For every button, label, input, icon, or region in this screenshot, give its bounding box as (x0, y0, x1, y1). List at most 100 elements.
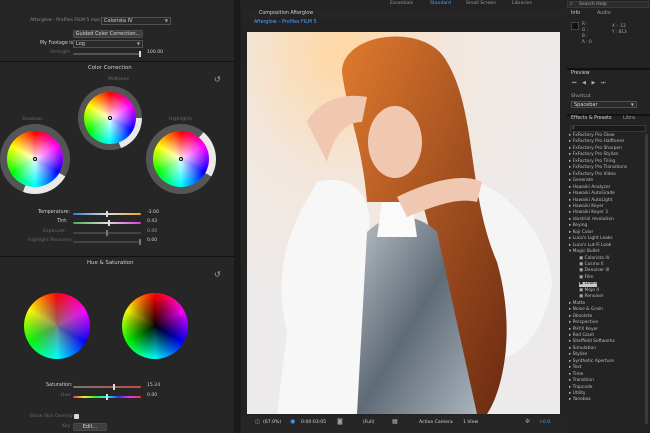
effect-item[interactable]: ▣ Colorista IV (579, 256, 610, 261)
saturation-wheel[interactable] (122, 293, 188, 359)
effect-category[interactable]: ▸ Hawaiki AutoGrade (569, 191, 615, 196)
composition-panel-title[interactable]: Composition Afterglow (259, 11, 313, 17)
reset-icon[interactable]: ↺ (214, 75, 221, 84)
reset-icon[interactable]: ↺ (214, 270, 221, 279)
hue-knob[interactable] (106, 394, 108, 400)
panel-scrollbar[interactable] (234, 0, 240, 433)
composition-frame[interactable] (247, 32, 560, 414)
temperature-slider[interactable] (73, 211, 141, 217)
effect-category[interactable]: ▸ Time (569, 372, 583, 377)
resolution-dropdown[interactable]: (Full) (363, 420, 374, 426)
effect-category[interactable]: ▸ idustrial revolution (569, 217, 614, 222)
effect-category[interactable]: ▸ Hawaiki AutoLight (569, 198, 612, 203)
effect-item[interactable]: ▣ Mojo II (579, 288, 599, 293)
effect-item[interactable]: ▣ Looks (579, 281, 598, 287)
effect-category[interactable]: ▸ Yanobox (569, 398, 591, 403)
tint-slider[interactable] (73, 220, 141, 226)
effect-category[interactable]: ▸ Utility (569, 391, 586, 396)
lut-dropdown[interactable]: Colorista IV ▼ (101, 17, 171, 25)
effect-item[interactable]: ▣ Denoiser III (579, 269, 609, 274)
effect-item[interactable]: ▣ Renoiser (579, 294, 604, 299)
shadows-puck[interactable] (33, 157, 37, 161)
zoom-level[interactable]: (67.0%) (263, 420, 281, 426)
edit-key-button[interactable]: Edit... (73, 423, 107, 431)
highlight-recovery-slider[interactable] (73, 239, 141, 245)
effect-category[interactable]: ▸ Synthetic Aperture (569, 359, 614, 364)
effect-category[interactable]: ▸ FxFactory Pro Glow (569, 133, 614, 138)
libraries-tab[interactable]: Libra (623, 116, 635, 122)
effect-category[interactable]: ▸ Generate (569, 178, 593, 183)
effect-category[interactable]: ▸ Stylize (569, 352, 587, 357)
highlights-puck[interactable] (179, 157, 183, 161)
effect-category[interactable]: ▸ FxFactory Pro Transitions (569, 165, 627, 170)
info-tab[interactable]: Info (571, 11, 580, 17)
effect-category[interactable]: ▸ Keying (569, 223, 587, 228)
effect-category[interactable]: ▸ Simulation (569, 346, 596, 351)
workspace-tab-essentials[interactable]: Essentials (390, 0, 413, 8)
workspace-tab-standard[interactable]: Standard (430, 0, 451, 8)
effect-category[interactable]: ▸ PHYX Keyer (569, 327, 598, 332)
effect-category[interactable]: ▸ FxFactory Pro Halftones (569, 140, 624, 145)
effect-category[interactable]: ▸ Obsolete (569, 314, 592, 319)
effect-category[interactable]: ▸ FxFactory Pro Stylize (569, 152, 618, 157)
effect-category[interactable]: ▸ Luca's Lut-Fi Look (569, 243, 611, 248)
effects-search-input[interactable]: ⌕ (570, 125, 646, 132)
effect-category[interactable]: ▸ Hawaiki Analyzer (569, 185, 610, 190)
hue-wheel[interactable] (24, 293, 90, 359)
midtones-color-wheel[interactable] (84, 92, 136, 144)
strength-knob[interactable] (139, 51, 141, 57)
views-dropdown[interactable]: 1 View (463, 420, 478, 426)
effect-category[interactable]: ▸ Text (569, 365, 581, 370)
effects-presets-tab[interactable]: Effects & Presets (571, 116, 612, 122)
magnification-icon[interactable]: ◫ (255, 419, 260, 425)
skin-overlay-checkbox[interactable] (74, 414, 79, 419)
preview-title[interactable]: Preview (571, 71, 590, 77)
camera-icon[interactable]: ◙ (337, 418, 343, 425)
temperature-knob[interactable] (106, 211, 108, 217)
strength-slider[interactable] (73, 51, 141, 57)
footage-dropdown[interactable]: Log ▼ (73, 40, 143, 48)
search-help-input[interactable]: ⌕ Search Help (567, 1, 649, 8)
effect-category[interactable]: ▸ Koji Color (569, 230, 593, 235)
render-icon[interactable]: ✲ (525, 418, 530, 425)
workspace-tab-libraries[interactable]: Libraries (512, 0, 532, 8)
audio-tab[interactable]: Audio (597, 11, 611, 17)
snapshot-icon[interactable]: ◉ (290, 418, 295, 425)
effect-item[interactable]: ▣ Cosmo II (579, 262, 604, 267)
tint-knob[interactable] (108, 220, 110, 226)
effect-category[interactable]: ▸ Trapcode (569, 385, 593, 390)
grid-icon[interactable]: ▦ (392, 418, 398, 425)
effects-scrollbar[interactable] (645, 134, 648, 424)
workspace-tab-small-screen[interactable]: Small Screen (466, 0, 496, 8)
shortcut-dropdown[interactable]: Spacebar ▼ (571, 101, 637, 108)
highlights-color-wheel[interactable] (153, 131, 209, 187)
effect-category[interactable]: ▸ FxFactory Pro Tiling (569, 159, 615, 164)
highlight-recovery-knob[interactable] (139, 239, 141, 245)
effect-category[interactable]: ▸ Matte (569, 301, 585, 306)
exposure-slider[interactable] (73, 230, 141, 236)
playback-controls-icon[interactable]: ⏮ ◀ ▶ ⏭ (572, 80, 607, 86)
effect-category[interactable]: ▸ Sheffield Softworks (569, 339, 615, 344)
effect-category[interactable]: ▸ Perspective (569, 320, 598, 325)
effect-category[interactable]: ▾ Magic Bullet (569, 249, 600, 254)
effect-category[interactable]: ▸ Transition (569, 378, 594, 383)
guided-color-correction-button[interactable]: Guided Color Correction... (73, 30, 143, 38)
shadows-color-wheel[interactable] (7, 131, 63, 187)
hue-slider[interactable] (73, 394, 141, 400)
midtones-puck[interactable] (108, 116, 112, 120)
camera-dropdown[interactable]: Active Camera (419, 420, 453, 426)
effect-category[interactable]: ▸ FxFactory Pro Video (569, 172, 616, 177)
exposure-knob[interactable] (106, 230, 108, 236)
saturation-slider[interactable] (73, 384, 141, 390)
exposure-readout[interactable]: +0.0 (539, 420, 550, 426)
effect-category[interactable]: ▸ Red Giant (569, 333, 594, 338)
current-time[interactable]: 0:00:03:05 (301, 420, 326, 426)
effect-category[interactable]: ▸ Hawaiki Keyer (569, 204, 604, 209)
effect-category[interactable]: ▸ Hawaiki Keyer 3 (569, 210, 608, 215)
effect-item[interactable]: ▣ Film (579, 275, 593, 280)
effect-category[interactable]: ▸ Noise & Grain (569, 307, 603, 312)
effect-category[interactable]: ▸ Luca's Light Leaks (569, 236, 613, 241)
saturation-knob[interactable] (113, 384, 115, 390)
effect-category[interactable]: ▸ FxFactory Pro Sharpen (569, 146, 622, 151)
composition-tab[interactable]: Afterglow – Profiles FILM 5 (254, 20, 317, 26)
